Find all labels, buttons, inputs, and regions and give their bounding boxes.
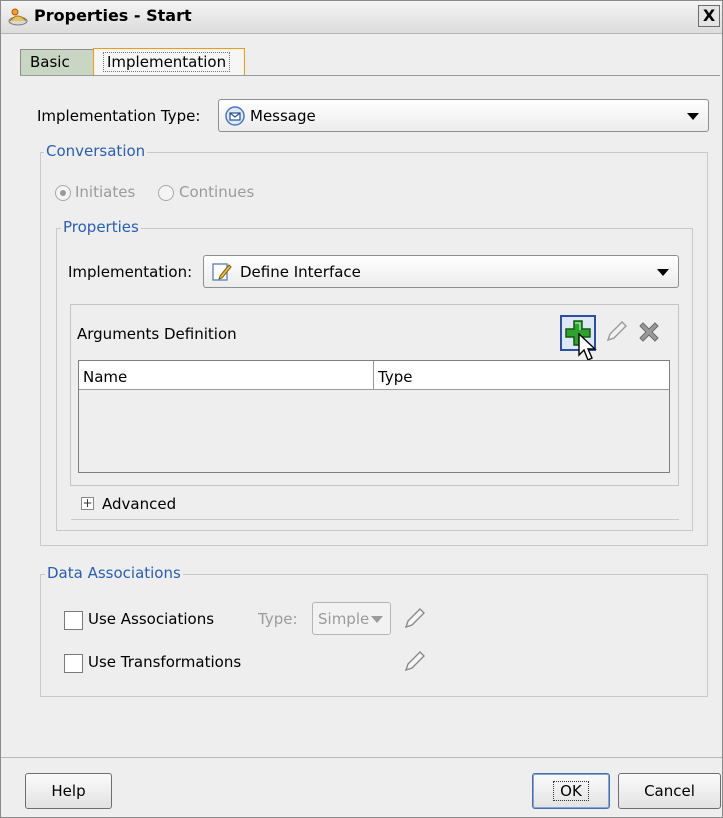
chevron-down-icon [687,112,699,120]
advanced-expand-icon[interactable]: + [81,497,94,510]
use-transformations-checkbox[interactable] [64,654,83,673]
edit-argument-icon[interactable] [603,319,629,345]
mouse-cursor-icon [578,333,597,361]
conversation-legend: Conversation [44,142,148,160]
footer-divider [1,757,722,758]
help-button[interactable]: Help [25,773,112,809]
column-header-type[interactable]: Type [374,361,669,390]
implementation-type-value: Message [250,107,316,125]
type-select-value: Simple [318,610,370,628]
type-select[interactable]: Simple [312,602,391,635]
chevron-down-icon [371,616,383,623]
tab-implementation-label: Implementation [103,52,231,72]
radio-continues[interactable] [158,185,174,201]
radio-continues-label: Continues [179,183,255,201]
implementation-type-select[interactable]: Message [218,99,709,132]
tab-divider [20,75,720,76]
cancel-button[interactable]: Cancel [618,773,721,809]
radio-initiates[interactable] [55,185,71,201]
title-bar: Properties - Start X [1,1,722,34]
advanced-label[interactable]: Advanced [102,495,176,513]
tab-basic[interactable]: Basic [20,49,94,75]
use-associations-label: Use Associations [88,610,215,628]
radio-initiates-label: Initiates [75,183,136,201]
properties-dialog: Properties - Start X Basic Implementatio… [0,0,723,818]
tab-implementation[interactable]: Implementation [93,48,245,76]
chevron-down-icon [657,268,669,276]
dialog-title: Properties - Start [34,6,192,25]
data-associations-group [40,574,708,697]
advanced-divider [71,519,679,520]
implementation-select[interactable]: Define Interface [203,255,679,288]
arguments-table[interactable]: Name Type [78,360,670,473]
arguments-definition-title: Arguments Definition [77,325,237,343]
implementation-value: Define Interface [240,263,361,281]
type-label: Type: [258,610,298,628]
implementation-type-label: Implementation Type: [37,107,201,125]
edit-transformations-icon[interactable] [401,649,427,675]
use-associations-checkbox[interactable] [64,611,83,630]
edit-associations-icon[interactable] [401,606,427,632]
ok-button[interactable]: OK [532,773,610,809]
close-button[interactable]: X [698,5,720,27]
data-associations-legend: Data Associations [45,564,183,582]
column-header-name[interactable]: Name [79,361,374,390]
properties-legend: Properties [61,218,141,236]
message-icon [225,106,245,126]
start-event-icon [8,8,28,26]
implementation-label: Implementation: [68,263,193,281]
ok-button-label: OK [553,781,589,801]
delete-argument-icon[interactable] [636,319,662,345]
tab-basic-label: Basic [30,53,70,71]
define-interface-icon [212,263,232,281]
use-transformations-label: Use Transformations [88,653,242,671]
